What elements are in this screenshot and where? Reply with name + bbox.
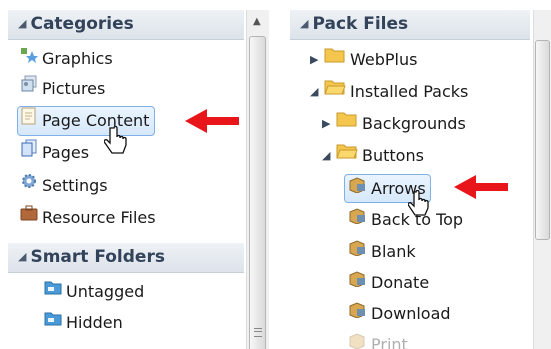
scrollbar-thumb[interactable] — [535, 40, 550, 240]
category-item-resource-files[interactable]: Resource Files — [20, 203, 156, 233]
smart-folder-icon — [44, 307, 62, 337]
category-item-pages[interactable]: Pages — [20, 138, 89, 168]
categories-panel: ◢ Categories Graphics Pictures Page Conte… — [0, 0, 274, 349]
pack-icon — [347, 204, 367, 234]
pack-icon — [347, 298, 367, 328]
right-scrollbar[interactable] — [533, 10, 551, 349]
category-item-pictures[interactable]: Pictures — [20, 74, 105, 104]
tree-item-buttons[interactable]: ◢ Buttons — [322, 141, 424, 171]
smart-folder-item-untagged[interactable]: Untagged — [44, 277, 144, 307]
folder-open-icon — [336, 140, 358, 170]
hand-cursor-icon — [104, 126, 127, 154]
resource-files-icon — [20, 202, 38, 232]
page-content-icon — [20, 106, 38, 134]
pack-icon — [347, 236, 367, 266]
settings-icon — [20, 170, 38, 200]
pack-files-header[interactable]: ◢ Pack Files — [290, 10, 530, 40]
tree-item-blank[interactable]: Blank — [347, 237, 416, 267]
tree-item-webplus[interactable]: ▶ WebPlus — [310, 45, 417, 75]
collapsed-arrow-icon[interactable]: ▶ — [322, 109, 334, 139]
pages-icon — [20, 137, 38, 167]
tree-item-back-to-top[interactable]: Back to Top — [347, 205, 463, 235]
hand-cursor-icon — [408, 190, 429, 216]
expanded-arrow-icon[interactable]: ◢ — [322, 141, 334, 171]
pictures-icon — [20, 73, 38, 103]
scrollbar-thumb[interactable] — [249, 36, 266, 349]
tree-item-backgrounds[interactable]: ▶ Backgrounds — [322, 109, 466, 139]
left-scrollbar[interactable]: ▲ — [246, 10, 269, 349]
pack-icon — [347, 174, 367, 201]
expanded-triangle-icon: ◢ — [300, 17, 309, 30]
smart-folder-item-hidden[interactable]: Hidden — [44, 308, 123, 338]
tree-item-installed-packs[interactable]: ◢ Installed Packs — [310, 77, 468, 107]
pack-files-panel: ◢ Pack Files ▶ WebPlus ◢ Installed Packs … — [286, 0, 551, 349]
folder-icon — [336, 108, 358, 138]
category-item-settings[interactable]: Settings — [20, 171, 108, 201]
category-item-page-content[interactable]: Page Content — [17, 106, 156, 136]
smart-folder-icon — [44, 276, 62, 306]
category-item-graphics[interactable]: Graphics — [20, 44, 113, 74]
collapsed-arrow-icon[interactable]: ▶ — [310, 45, 322, 75]
graphics-icon — [20, 43, 38, 73]
pack-icon — [347, 329, 367, 349]
categories-header[interactable]: ◢ Categories — [8, 10, 244, 40]
scroll-up-arrow-icon[interactable]: ▲ — [253, 16, 261, 27]
expanded-triangle-icon: ◢ — [18, 17, 27, 30]
folder-icon — [324, 44, 346, 74]
red-arrow-icon — [185, 109, 239, 133]
grip-icon — [254, 328, 262, 337]
red-arrow-icon — [454, 175, 508, 199]
expanded-arrow-icon[interactable]: ◢ — [310, 77, 322, 107]
expanded-triangle-icon: ◢ — [18, 250, 27, 263]
tree-item-print[interactable]: Print — [347, 330, 408, 349]
folder-open-icon — [324, 76, 346, 106]
tree-item-download[interactable]: Download — [347, 299, 451, 329]
tree-item-donate[interactable]: Donate — [347, 268, 429, 298]
smart-folders-header[interactable]: ◢ Smart Folders — [8, 243, 244, 273]
pack-icon — [347, 267, 367, 297]
